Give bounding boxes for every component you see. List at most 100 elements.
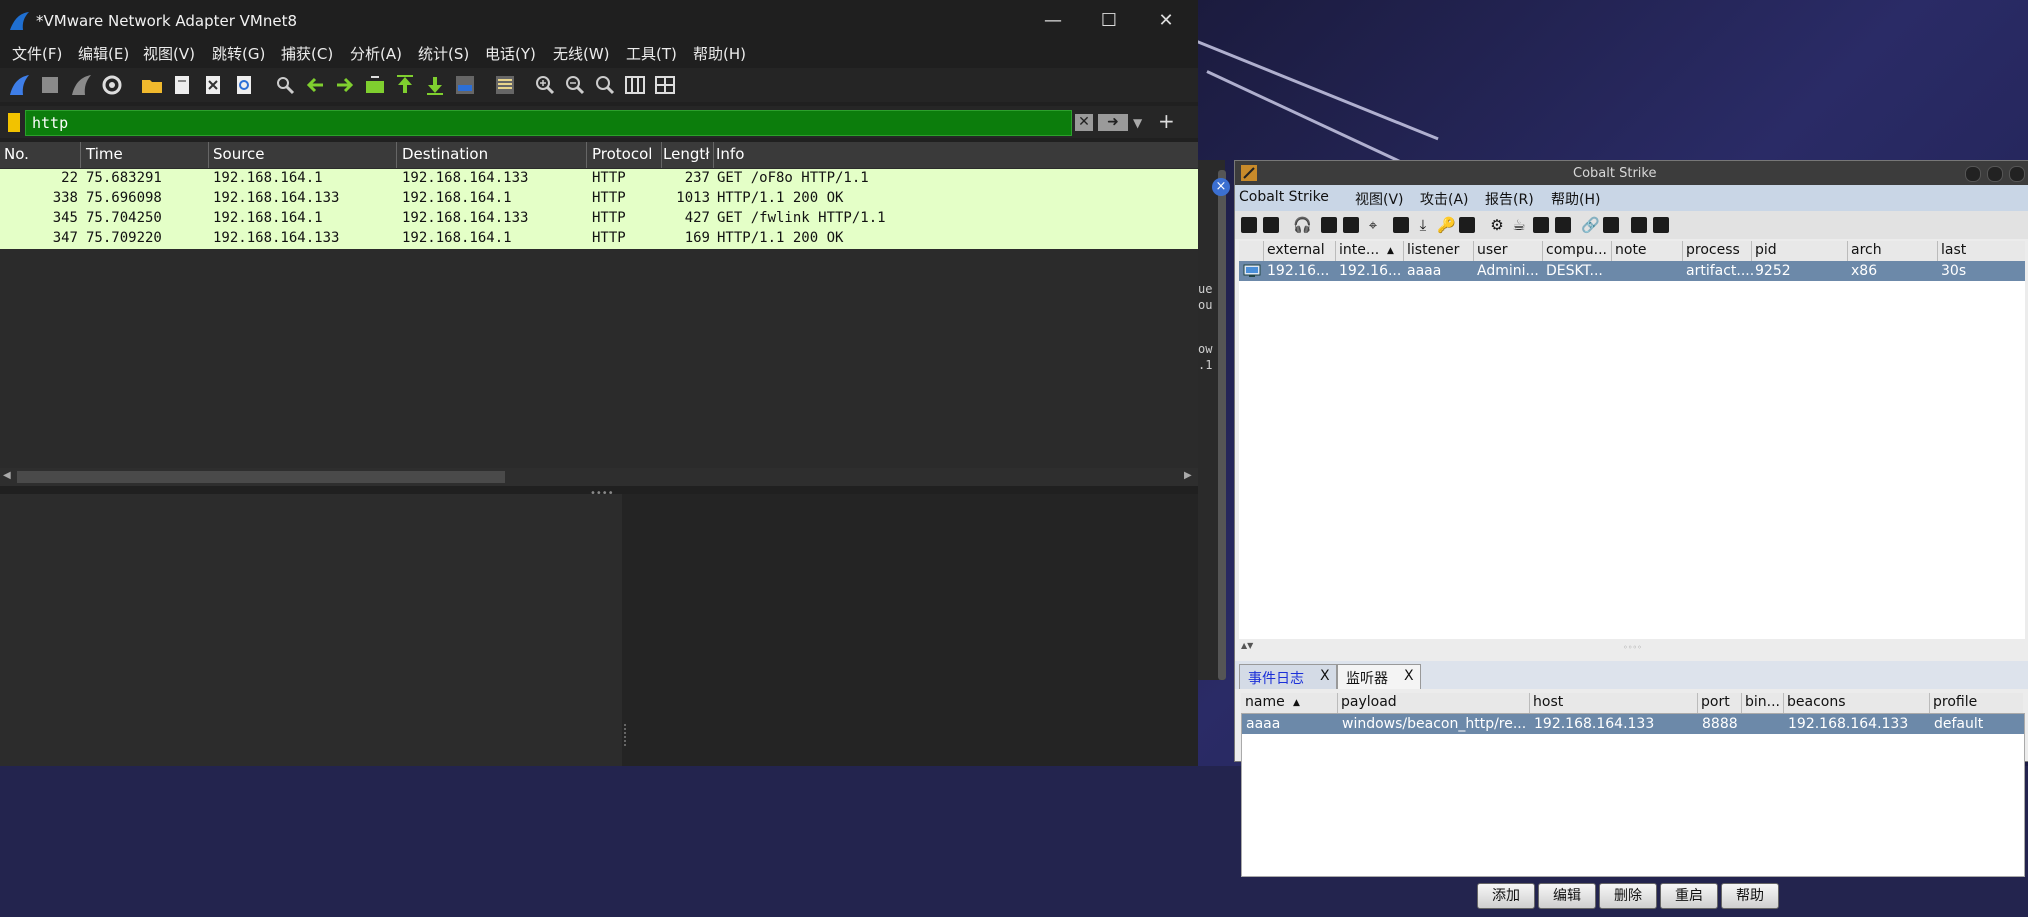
table-row[interactable]: 345 75.704250 192.168.164.1 192.168.164.… bbox=[0, 209, 1198, 229]
tab-event-log[interactable]: 事件日志 X bbox=[1239, 664, 1337, 689]
menu-help[interactable]: 帮助(H) bbox=[1551, 189, 1600, 209]
horizontal-scrollbar[interactable]: ◀ ▶ bbox=[0, 468, 1198, 486]
coffee-icon[interactable]: ☕ bbox=[1511, 217, 1527, 233]
column-protocol[interactable]: Protocol bbox=[592, 145, 652, 163]
last-packet-icon[interactable] bbox=[423, 73, 447, 97]
go-to-packet-icon[interactable] bbox=[363, 73, 387, 97]
column-external[interactable]: external bbox=[1267, 242, 1325, 258]
book-icon[interactable] bbox=[1631, 217, 1647, 233]
session-table-icon[interactable] bbox=[1343, 217, 1359, 233]
link-icon[interactable]: 🔗 bbox=[1581, 217, 1600, 233]
find-packet-icon[interactable] bbox=[273, 73, 297, 97]
scroll-right-icon[interactable]: ▶ bbox=[1184, 470, 1192, 481]
zoom-out-icon[interactable] bbox=[563, 73, 587, 97]
column-source[interactable]: Source bbox=[213, 145, 265, 163]
restart-button[interactable]: 重启 bbox=[1660, 883, 1718, 909]
close-icon[interactable]: X bbox=[1320, 668, 1330, 684]
menu-reporting[interactable]: 报告(R) bbox=[1485, 189, 1534, 209]
capture-options-icon[interactable] bbox=[100, 73, 124, 97]
remove-button[interactable]: 删除 bbox=[1599, 883, 1657, 909]
download-icon[interactable]: ⤓ bbox=[1415, 217, 1431, 233]
minimize-button[interactable]: — bbox=[1025, 6, 1081, 36]
maximize-button[interactable] bbox=[1987, 166, 2003, 182]
menu-view[interactable]: 视图(V) bbox=[1355, 189, 1404, 209]
packet-bytes-pane[interactable] bbox=[622, 494, 1198, 766]
column-last[interactable]: last bbox=[1941, 242, 1966, 258]
chevron-down-icon[interactable]: ▼ bbox=[1133, 116, 1142, 130]
menu-wireless[interactable]: 无线(W) bbox=[553, 43, 610, 64]
cloud-icon[interactable] bbox=[1603, 217, 1619, 233]
maximize-button[interactable]: ☐ bbox=[1081, 6, 1137, 36]
add-filter-button[interactable]: + bbox=[1158, 109, 1175, 133]
save-file-icon[interactable] bbox=[170, 73, 194, 97]
reload-file-icon[interactable] bbox=[232, 73, 256, 97]
close-button[interactable]: ✕ bbox=[1138, 6, 1194, 36]
menu-view[interactable]: 视图(V) bbox=[143, 43, 195, 64]
column-pid[interactable]: pid bbox=[1755, 242, 1777, 258]
column-user[interactable]: user bbox=[1477, 242, 1508, 258]
pivot-graph-icon[interactable] bbox=[1321, 217, 1337, 233]
packet-details-pane[interactable] bbox=[0, 494, 622, 766]
scroll-left-icon[interactable]: ◀ bbox=[3, 470, 11, 481]
minimize-button[interactable] bbox=[1965, 166, 1981, 182]
column-bindto[interactable]: bin... bbox=[1745, 694, 1780, 710]
credentials-icon[interactable] bbox=[1393, 217, 1409, 233]
column-length[interactable]: Lengtł bbox=[663, 145, 710, 163]
menu-edit[interactable]: 编辑(E) bbox=[78, 43, 129, 64]
screenshot-icon[interactable] bbox=[1459, 217, 1475, 233]
go-back-icon[interactable] bbox=[303, 73, 327, 97]
menu-help[interactable]: 帮助(H) bbox=[693, 43, 746, 64]
table-row[interactable]: 338 75.696098 192.168.164.133 192.168.16… bbox=[0, 189, 1198, 209]
new-connection-icon[interactable] bbox=[1241, 217, 1257, 233]
column-listener[interactable]: listener bbox=[1407, 242, 1459, 258]
key-icon[interactable]: 🔑 bbox=[1437, 217, 1456, 233]
help-button[interactable]: 帮助 bbox=[1721, 883, 1779, 909]
resize-columns-icon[interactable] bbox=[623, 73, 647, 97]
terminal-scrollbar[interactable] bbox=[1218, 170, 1226, 680]
start-capture-icon[interactable] bbox=[7, 73, 31, 97]
menu-go[interactable]: 跳转(G) bbox=[212, 43, 265, 64]
target-icon[interactable]: ⌖ bbox=[1365, 217, 1381, 233]
menu-analyze[interactable]: 分析(A) bbox=[350, 43, 402, 64]
package-icon[interactable] bbox=[1653, 217, 1669, 233]
column-payload[interactable]: payload bbox=[1341, 694, 1397, 710]
column-note[interactable]: note bbox=[1615, 242, 1647, 258]
apply-filter-icon[interactable]: ➜ bbox=[1098, 114, 1128, 131]
close-button[interactable] bbox=[2009, 166, 2025, 182]
menu-file[interactable]: 文件(F) bbox=[12, 43, 62, 64]
console-icon[interactable] bbox=[1555, 217, 1571, 233]
menu-attacks[interactable]: 攻击(A) bbox=[1420, 189, 1469, 209]
menu-telephony[interactable]: 电话(Y) bbox=[485, 43, 536, 64]
column-internal[interactable]: inte... bbox=[1339, 242, 1379, 258]
table-row[interactable]: 192.16... 192.16... aaaa Admini... DESKT… bbox=[1239, 261, 2025, 281]
menu-tools[interactable]: 工具(T) bbox=[626, 43, 677, 64]
close-icon[interactable]: × bbox=[1212, 178, 1230, 196]
menu-cobalt-strike[interactable]: Cobalt Strike bbox=[1239, 189, 1329, 205]
colorize-icon[interactable] bbox=[493, 73, 517, 97]
column-host[interactable]: host bbox=[1533, 694, 1563, 710]
display-filter-input[interactable]: http bbox=[25, 110, 1072, 136]
pane-splitter[interactable] bbox=[624, 724, 628, 746]
disconnect-icon[interactable] bbox=[1263, 217, 1279, 233]
pane-splitter[interactable]: ◦◦◦◦ bbox=[1623, 643, 1642, 652]
column-destination[interactable]: Destination bbox=[402, 145, 488, 163]
menu-capture[interactable]: 捕获(C) bbox=[281, 43, 333, 64]
edit-button[interactable]: 编辑 bbox=[1538, 883, 1596, 909]
table-row[interactable]: aaaa windows/beacon_http/re... 192.168.1… bbox=[1242, 714, 2024, 734]
clear-filter-icon[interactable]: ✕ bbox=[1075, 114, 1093, 131]
add-button[interactable]: 添加 bbox=[1477, 883, 1535, 909]
table-row[interactable]: 347 75.709220 192.168.164.133 192.168.16… bbox=[0, 229, 1198, 249]
document-icon[interactable] bbox=[1533, 217, 1549, 233]
zoom-in-icon[interactable] bbox=[533, 73, 557, 97]
column-computer[interactable]: compu... bbox=[1546, 242, 1607, 258]
scrollbar-thumb[interactable] bbox=[17, 471, 505, 483]
stop-capture-icon[interactable] bbox=[38, 73, 62, 97]
column-time[interactable]: Time bbox=[86, 145, 123, 163]
close-file-icon[interactable] bbox=[201, 73, 225, 97]
column-beacons[interactable]: beacons bbox=[1787, 694, 1846, 710]
autoscroll-icon[interactable] bbox=[453, 73, 477, 97]
pane-collapse-icon[interactable]: ▲▼ bbox=[1241, 641, 1253, 650]
column-process[interactable]: process bbox=[1686, 242, 1740, 258]
column-name[interactable]: name bbox=[1245, 694, 1285, 710]
column-profile[interactable]: profile bbox=[1933, 694, 1977, 710]
